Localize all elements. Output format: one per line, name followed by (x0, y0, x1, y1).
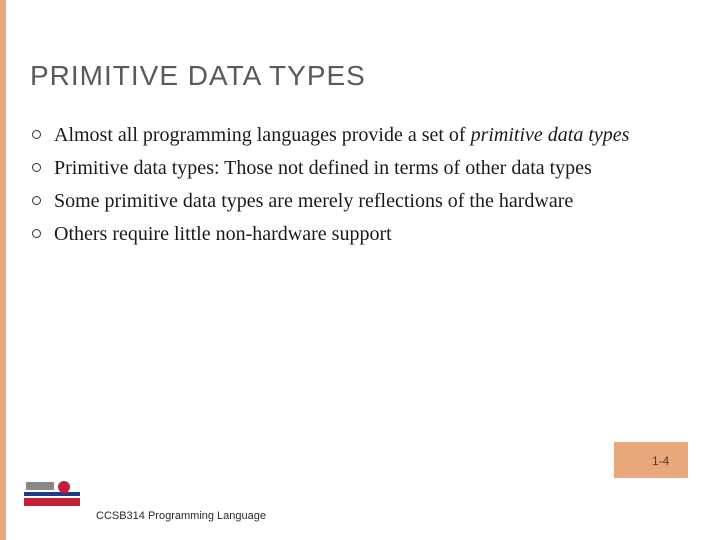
list-item: Primitive data types: Those not defined … (30, 155, 680, 182)
slide-title: PRIMITIVE DATA TYPES (30, 60, 680, 92)
bullet-italic: primitive data types (471, 124, 630, 146)
page-number-badge: 1-4 (614, 442, 688, 478)
list-item: Almost all programming languages provide… (30, 122, 680, 149)
university-logo (24, 478, 80, 506)
page-number: 1-4 (652, 454, 669, 468)
slide-content: PRIMITIVE DATA TYPES Almost all programm… (0, 0, 720, 248)
bullet-text: Primitive data types: Those not defined … (54, 157, 592, 179)
list-item: Some primitive data types are merely ref… (30, 188, 680, 215)
bullet-text: Others require little non-hardware suppo… (54, 223, 392, 245)
bullet-list: Almost all programming languages provide… (30, 122, 680, 248)
bullet-text: Some primitive data types are merely ref… (54, 190, 573, 212)
footer-text: CCSB314 Programming Language (96, 510, 266, 522)
list-item: Others require little non-hardware suppo… (30, 221, 680, 248)
accent-bar (0, 0, 6, 540)
bullet-text: Almost all programming languages provide… (54, 124, 471, 146)
